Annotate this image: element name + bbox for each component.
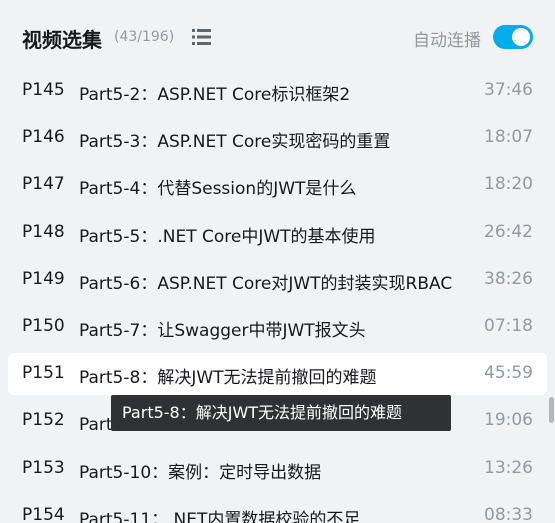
episode-item-p154[interactable]: P154 Part5-11：.NET内置数据校验的不足 08:33 (8, 495, 547, 523)
episode-item-p145[interactable]: P145 Part5-2：ASP.NET Core标识框架2 37:46 (8, 70, 547, 112)
episode-number: P150 (22, 316, 65, 336)
episode-number: P145 (22, 80, 65, 100)
episode-item-p148[interactable]: P148 Part5-5：.NET Core中JWT的基本使用 26:42 (8, 212, 547, 254)
playlist-title: 视频选集 (22, 28, 102, 52)
episode-title: Part5-6：ASP.NET Core对JWT的封装实现RBAC (79, 273, 453, 294)
episode-item-p147[interactable]: P147 Part5-4：代替Session的JWT是什么 18:20 (8, 164, 547, 206)
episode-number: P147 (22, 174, 65, 195)
episode-number: P146 (22, 127, 65, 148)
episode-title: Part5-2：ASP.NET Core标识框架2 (79, 85, 351, 105)
playlist-header: 视频选集 (43/196) 自动连播 (0, 0, 555, 72)
episode-duration: 37:46 (484, 80, 533, 100)
episode-title: Part5-11：.NET内置数据校验的不足 (79, 509, 361, 523)
episode-duration: 26:42 (484, 221, 533, 242)
episode-number: P148 (22, 221, 65, 242)
episode-duration: 19:06 (484, 410, 533, 431)
list-icon[interactable] (192, 29, 211, 49)
autoplay-label: 自动连播 (413, 31, 481, 51)
episode-title: Part5-4：代替Session的JWT是什么 (79, 179, 357, 200)
episode-number: P153 (22, 457, 65, 478)
episode-title: Part5-5：.NET Core中JWT的基本使用 (79, 226, 376, 247)
episode-duration: 18:20 (484, 174, 533, 195)
episode-list[interactable]: P145 Part5-2：ASP.NET Core标识框架2 37:46 P146 Pa… (0, 46, 555, 523)
episode-number: P151 (22, 363, 65, 384)
autoplay-toggle[interactable] (493, 25, 533, 49)
episode-item-p151[interactable]: P151 Part5-8：解决JWT无法提前撤回的难题 45:59 (8, 353, 547, 396)
episode-number: P154 (22, 504, 65, 523)
scrollbar-thumb[interactable] (549, 397, 554, 423)
episode-duration: 45:59 (484, 363, 533, 384)
episode-title: Part5-8：解决JWT无法提前撤回的难题 (79, 368, 377, 389)
episode-number: P149 (22, 268, 65, 289)
episode-duration: 13:26 (484, 457, 533, 478)
episode-title: Part5-3：ASP.NET Core实现密码的重置 (79, 132, 391, 153)
episode-item-p149[interactable]: P149 Part5-6：ASP.NET Core对JWT的封装实现RBAC 38:… (8, 259, 547, 301)
episode-duration: 18:07 (484, 127, 533, 148)
episode-item-p150[interactable]: P150 Part5-7：让Swagger中带JWT报文头 07:18 (8, 306, 547, 348)
episode-title: Part5-7：让Swagger中带JWT报文头 (79, 321, 366, 341)
episode-item-p153[interactable]: P153 Part5-10：案例：定时导出数据 13:26 (8, 448, 547, 490)
episode-title: Part5-10：案例：定时导出数据 (79, 462, 322, 483)
episode-duration: 38:26 (484, 268, 533, 289)
episode-item-p146[interactable]: P146 Part5-3：ASP.NET Core实现密码的重置 18:07 (8, 117, 547, 159)
episode-duration: 07:18 (484, 316, 533, 336)
episode-count: (43/196) (114, 29, 175, 45)
episode-number: P152 (22, 410, 65, 431)
episode-tooltip: Part5-8：解决JWT无法提前撤回的难题 (111, 395, 451, 431)
toggle-knob (512, 28, 530, 46)
episode-duration: 08:33 (484, 504, 533, 523)
